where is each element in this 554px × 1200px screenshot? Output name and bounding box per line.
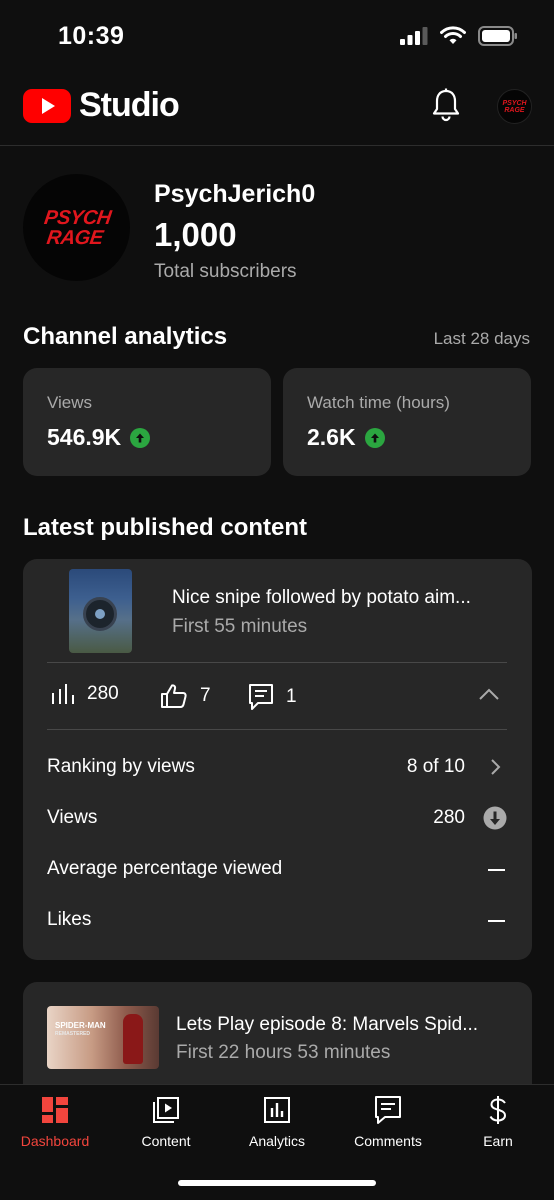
stat-value: 2.6K	[307, 424, 385, 451]
video-thumbnail[interactable]	[69, 569, 132, 653]
nav-label: Comments	[354, 1133, 422, 1149]
views-metric: 280	[51, 683, 119, 705]
nav-label: Analytics	[248, 1133, 306, 1149]
chevron-up-icon	[479, 688, 499, 700]
subscriber-count: 1,000	[154, 216, 237, 253]
channel-avatar[interactable]: PSYCH RAGE	[23, 174, 130, 281]
nav-analytics[interactable]: Analytics	[222, 1093, 332, 1153]
thumbs-up-icon	[161, 684, 187, 708]
nav-comments[interactable]: Comments	[333, 1093, 443, 1153]
video-thumbnail[interactable]: SPIDER-MAN REMASTERED	[47, 1006, 159, 1069]
stat-value: 546.9K	[47, 424, 151, 451]
video-subtitle: First 55 minutes	[172, 616, 308, 637]
stat-label: Views	[47, 393, 93, 412]
analytics-period: Last 28 days	[433, 329, 530, 348]
comment-icon	[249, 684, 273, 710]
status-bar: 10:39	[0, 0, 554, 72]
nav-label: Content	[141, 1133, 191, 1149]
app-header: Studio PSYCH RAGE	[0, 72, 554, 146]
divider	[47, 662, 507, 663]
comments-metric: 1	[248, 683, 297, 711]
bell-icon	[432, 88, 460, 122]
detail-average-viewed: Average percentage viewed	[47, 858, 507, 888]
thumbnail-figure	[123, 1014, 143, 1064]
studio-logo[interactable]: Studio	[23, 86, 180, 125]
bar-chart-icon	[52, 684, 74, 704]
subscriber-label: Total subscribers	[154, 261, 297, 282]
content-icon	[153, 1097, 179, 1123]
views-card[interactable]: Views 546.9K	[23, 368, 271, 476]
detail-views: Views 280	[47, 806, 507, 837]
likes-metric: 7	[160, 683, 211, 709]
nav-content[interactable]: Content	[111, 1093, 221, 1153]
battery-icon	[478, 26, 517, 46]
watch-time-card[interactable]: Watch time (hours) 2.6K	[283, 368, 531, 476]
dashboard-icon	[42, 1097, 68, 1123]
channel-summary: PSYCH RAGE PsychJerich0 1,000 Total subs…	[23, 174, 533, 286]
home-indicator[interactable]	[178, 1180, 376, 1186]
wifi-icon	[440, 26, 466, 44]
trend-down-icon	[483, 806, 507, 830]
no-data-dash	[488, 869, 505, 871]
channel-analytics-title: Channel analytics	[23, 323, 228, 350]
account-avatar[interactable]: PSYCH RAGE	[497, 89, 532, 124]
comments-icon	[375, 1096, 401, 1124]
youtube-play-icon	[23, 88, 71, 123]
channel-logo: PSYCH RAGE	[43, 206, 113, 249]
video-subtitle: First 22 hours 53 minutes	[176, 1042, 391, 1063]
notifications-button[interactable]	[430, 88, 462, 124]
trend-up-icon	[364, 427, 385, 448]
collapse-button[interactable]	[478, 687, 500, 706]
nav-earn[interactable]: Earn	[443, 1093, 553, 1153]
avatar-logo: PSYCH RAGE	[502, 99, 527, 114]
latest-video-card: Nice snipe followed by potato aim... Fir…	[23, 559, 532, 960]
status-time: 10:39	[58, 22, 125, 50]
app-name: Studio	[79, 86, 180, 124]
scope-graphic	[83, 597, 117, 631]
nav-label: Dashboard	[20, 1133, 90, 1149]
channel-name: PsychJerich0	[154, 180, 316, 208]
nav-label: Earn	[483, 1133, 513, 1149]
detail-ranking[interactable]: Ranking by views 8 of 10	[47, 756, 507, 786]
divider	[47, 729, 507, 730]
status-icons	[400, 26, 518, 46]
signal-icon	[400, 27, 428, 45]
analytics-icon	[264, 1097, 290, 1123]
latest-content-title: Latest published content	[23, 514, 308, 541]
video-title[interactable]: Nice snipe followed by potato aim...	[172, 587, 471, 609]
no-data-dash	[488, 920, 505, 922]
detail-likes: Likes	[47, 909, 507, 939]
stat-label: Watch time (hours)	[307, 393, 450, 412]
earn-icon	[489, 1096, 507, 1124]
thumbnail-title: SPIDER-MAN REMASTERED	[55, 1021, 106, 1037]
video-title[interactable]: Lets Play episode 8: Marvels Spid...	[176, 1014, 478, 1036]
nav-dashboard[interactable]: Dashboard	[0, 1093, 110, 1153]
trend-up-icon	[130, 427, 151, 448]
chevron-right-icon	[483, 755, 507, 779]
